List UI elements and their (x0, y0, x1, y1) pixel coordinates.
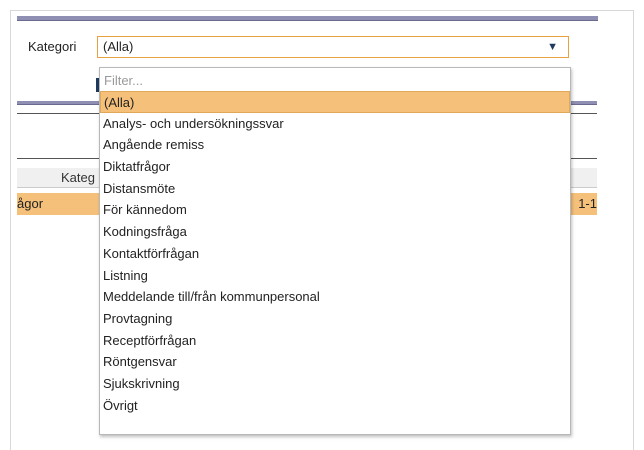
option-for-kannedom[interactable]: För kännedom (100, 199, 570, 221)
option-diktatfragor[interactable]: Diktatfrågor (100, 156, 570, 178)
option-analys-och-undersokningssvar[interactable]: Analys- och undersökningssvar (100, 113, 570, 135)
kategori-dropdown: (Alla) Analys- och undersökningssvar Ang… (99, 67, 571, 435)
kategori-select[interactable]: (Alla) ▼ (97, 36, 569, 58)
header-bar (17, 16, 598, 21)
option-sjukskrivning[interactable]: Sjukskrivning (100, 373, 570, 395)
option-alla[interactable]: (Alla) (100, 91, 570, 113)
dropdown-arrow-icon: ▼ (547, 41, 558, 53)
option-ovrigt[interactable]: Övrigt (100, 395, 570, 417)
kategori-label: Kategori (28, 39, 77, 54)
option-meddelande-kommunpersonal[interactable]: Meddelande till/från kommunpersonal (100, 286, 570, 308)
option-kodningsfraga[interactable]: Kodningsfråga (100, 221, 570, 243)
option-angaende-remiss[interactable]: Angående remiss (100, 134, 570, 156)
option-list: (Alla) Analys- och undersökningssvar Ang… (100, 91, 570, 416)
option-receptforfragan[interactable]: Receptförfrågan (100, 330, 570, 352)
option-kontaktforfragan[interactable]: Kontaktförfrågan (100, 243, 570, 265)
kategori-select-value: (Alla) (103, 39, 134, 54)
filter-input[interactable] (101, 69, 570, 91)
option-provtagning[interactable]: Provtagning (100, 308, 570, 330)
option-rontgensvar[interactable]: Röntgensvar (100, 351, 570, 373)
column-header-kategori[interactable]: Kateg (61, 170, 95, 185)
table-cell-category: ågor (17, 196, 44, 211)
option-listning[interactable]: Listning (100, 265, 570, 287)
table-cell-date: 1-1 (578, 196, 597, 211)
option-distansmote[interactable]: Distansmöte (100, 178, 570, 200)
